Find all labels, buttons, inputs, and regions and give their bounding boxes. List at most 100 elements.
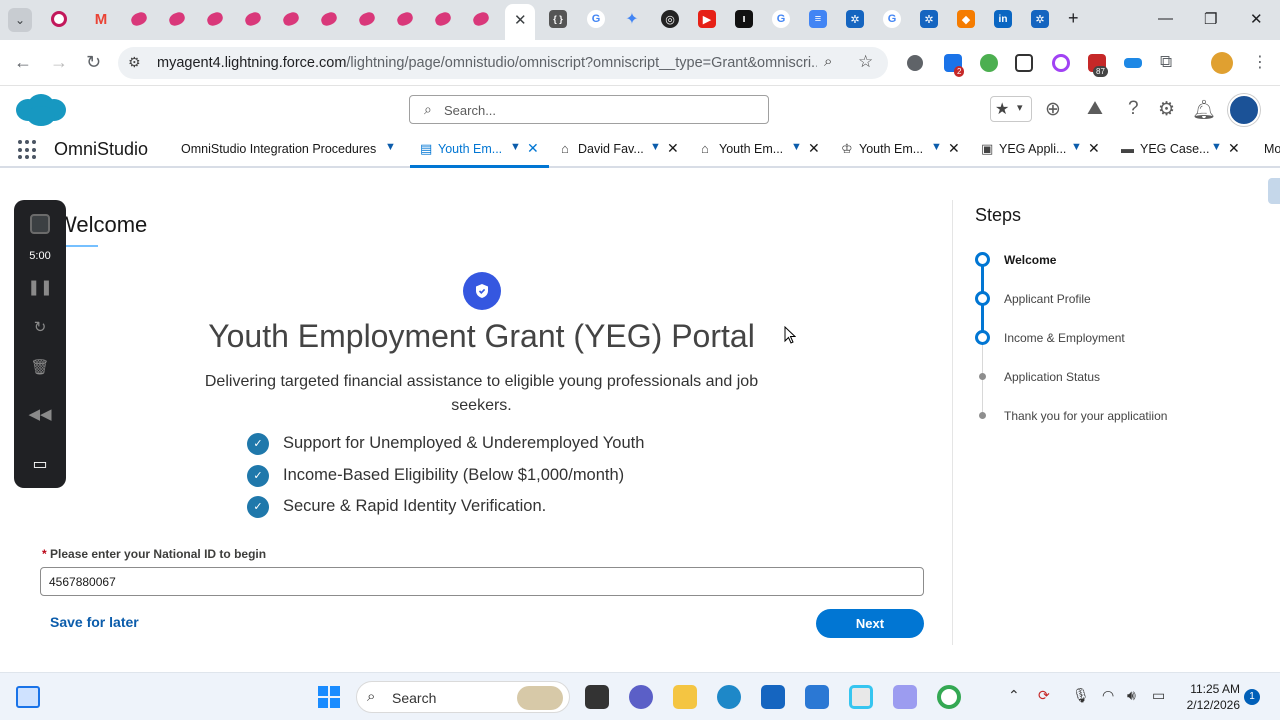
close-tab-icon[interactable]: ✕ [667, 140, 679, 157]
chevron-down-icon[interactable]: ▼ [385, 141, 396, 153]
tab-youtube-icon[interactable]: ▶ [698, 10, 716, 28]
taskbar-search[interactable]: ⌕ Search [356, 681, 570, 713]
back-icon[interactable]: ← [14, 52, 32, 73]
system-clock[interactable]: 11:25 AM 2/12/2026 [1178, 681, 1240, 713]
battery-icon[interactable]: ▭ [1152, 687, 1165, 704]
chevron-down-icon[interactable]: ▼ [1211, 141, 1222, 153]
tab-salesforce-icon[interactable] [433, 10, 453, 28]
profile-icon[interactable] [1211, 52, 1233, 74]
utility-panel-handle[interactable] [1268, 178, 1280, 204]
save-for-later-link[interactable]: Save for later [50, 614, 139, 630]
reload-icon[interactable]: ↻ [86, 52, 101, 73]
workspace-tab-david[interactable]: ⌂ David Fav... ▼ ✕ [551, 132, 689, 168]
site-info-icon[interactable]: ⚙ [128, 54, 141, 71]
close-tab-icon[interactable]: ✕ [948, 140, 960, 157]
task-view-icon[interactable] [585, 685, 609, 709]
volume-icon[interactable]: 🔊︎ [1127, 687, 1136, 704]
new-tab-icon[interactable]: + [1068, 8, 1079, 29]
store-icon[interactable] [761, 685, 785, 709]
delete-icon[interactable]: 🗑︎ [14, 358, 66, 376]
chevron-down-icon[interactable]: ▼ [650, 141, 661, 153]
next-button[interactable]: Next [816, 609, 924, 638]
tab-salesforce-icon[interactable] [129, 10, 149, 28]
extension-icon[interactable] [1052, 54, 1070, 72]
minimize-icon[interactable]: — [1158, 10, 1173, 27]
tab-google-icon[interactable]: G [587, 10, 605, 28]
extension-icon[interactable] [980, 54, 998, 72]
app-launcher-icon[interactable] [18, 140, 38, 160]
global-search-input[interactable]: ⌕ Search... [409, 95, 769, 124]
sync-icon[interactable]: ⟳ [1038, 687, 1050, 704]
tab-google-icon[interactable]: G [883, 10, 901, 28]
chevron-down-icon[interactable]: ▼ [931, 141, 942, 153]
workspace-tab-more[interactable]: Mo [1251, 132, 1280, 168]
tab-json-icon[interactable]: { } [549, 10, 567, 28]
tab-app-icon[interactable]: ı [735, 10, 753, 28]
setup-gear-icon[interactable]: ⚙ [1158, 98, 1175, 121]
tab-gemini-icon[interactable]: ✦ [623, 10, 641, 28]
bookmark-star-icon[interactable]: ☆ [858, 52, 873, 72]
salesforce-cloud-logo[interactable] [14, 92, 68, 128]
tab-salesforce-icon[interactable] [205, 10, 225, 28]
edge-icon[interactable] [717, 685, 741, 709]
file-explorer-icon[interactable] [673, 685, 697, 709]
tab-gmail-icon[interactable]: M [92, 10, 110, 28]
tab-openai-icon[interactable]: ◎ [661, 10, 679, 28]
close-tab-icon[interactable]: ✕ [1228, 140, 1240, 157]
forward-icon[interactable]: → [50, 52, 68, 73]
favorites-star-icon[interactable]: ★ [995, 99, 1009, 119]
tab-app-icon[interactable]: ◆ [957, 10, 975, 28]
widgets-icon[interactable] [16, 686, 40, 708]
camera-icon[interactable]: ▭ [14, 454, 66, 474]
tab-favicon-record[interactable] [51, 11, 67, 27]
tab-settings-icon[interactable]: ✲ [846, 10, 864, 28]
tab-salesforce-icon[interactable] [395, 10, 415, 28]
tab-salesforce-icon[interactable] [319, 10, 339, 28]
tab-salesforce-icon[interactable] [471, 10, 491, 28]
close-tab-icon[interactable]: ✕ [1088, 140, 1100, 157]
chevron-down-icon[interactable]: ▼ [1071, 141, 1082, 153]
tab-salesforce-icon[interactable] [167, 10, 187, 28]
tab-linkedin-icon[interactable]: in [994, 10, 1012, 28]
workspace-tab-integration-procedures[interactable]: OmniStudio Integration Procedures ▼ [168, 132, 408, 168]
close-window-icon[interactable]: ✕ [1250, 10, 1263, 28]
menu-icon[interactable]: ⋮ [1252, 52, 1268, 72]
workspace-tab-youth-employment-3[interactable]: ♔ Youth Em... ▼ ✕ [831, 132, 969, 168]
tab-salesforce-icon[interactable] [281, 10, 301, 28]
windows-start-icon[interactable] [318, 686, 340, 708]
global-actions-icon[interactable]: ⊕ [1045, 98, 1061, 121]
address-bar[interactable]: ⚙ myagent4.lightning.force.com/lightning… [118, 47, 888, 79]
national-id-input[interactable] [40, 567, 924, 596]
chrome-icon[interactable] [937, 685, 961, 709]
restart-icon[interactable]: ↻ [14, 318, 66, 336]
tab-settings-icon[interactable]: ✲ [920, 10, 938, 28]
stop-recording-button[interactable] [30, 214, 50, 234]
workspace-tab-youth-employment-active[interactable]: ▤ Youth Em... ▼ ✕ [410, 132, 549, 168]
restore-icon[interactable]: ❐ [1204, 10, 1217, 28]
close-tab-icon[interactable]: ✕ [514, 11, 527, 29]
address-url[interactable]: myagent4.lightning.force.com/lightning/p… [157, 55, 817, 71]
vscode-icon[interactable] [805, 685, 829, 709]
slack-icon[interactable] [849, 685, 873, 709]
wifi-icon[interactable]: ◠ [1102, 687, 1114, 704]
tab-salesforce-icon[interactable] [243, 10, 263, 28]
zoom-icon[interactable]: ⌕ [824, 53, 832, 70]
microphone-icon[interactable]: 🎙︎ [1072, 687, 1090, 704]
favorites-dropdown-icon[interactable]: ▾ [1017, 101, 1023, 114]
extensions-icon[interactable]: ⧉ [1160, 52, 1172, 72]
pause-icon[interactable]: ❚❚ [14, 278, 66, 296]
active-browser-tab[interactable]: ✕ [505, 4, 535, 40]
notifications-bell-icon[interactable]: 🔔︎ [1192, 98, 1216, 122]
help-icon[interactable]: ? [1128, 98, 1139, 120]
chevron-down-icon[interactable]: ▼ [791, 141, 802, 153]
tab-docs-icon[interactable]: ≡ [809, 10, 827, 28]
extension-icon[interactable] [1124, 58, 1142, 68]
favorites-button[interactable]: ★ ▾ [990, 96, 1032, 122]
trailhead-icon[interactable]: ⛰ [1087, 98, 1103, 120]
notification-badge[interactable]: 1 [1244, 689, 1260, 705]
show-hidden-icons-icon[interactable]: ⌃ [1008, 687, 1020, 704]
close-tab-icon[interactable]: ✕ [808, 140, 820, 157]
qr-extension-icon[interactable] [1015, 54, 1033, 72]
user-avatar[interactable] [1228, 94, 1260, 126]
chevron-down-icon[interactable]: ▼ [510, 141, 521, 153]
